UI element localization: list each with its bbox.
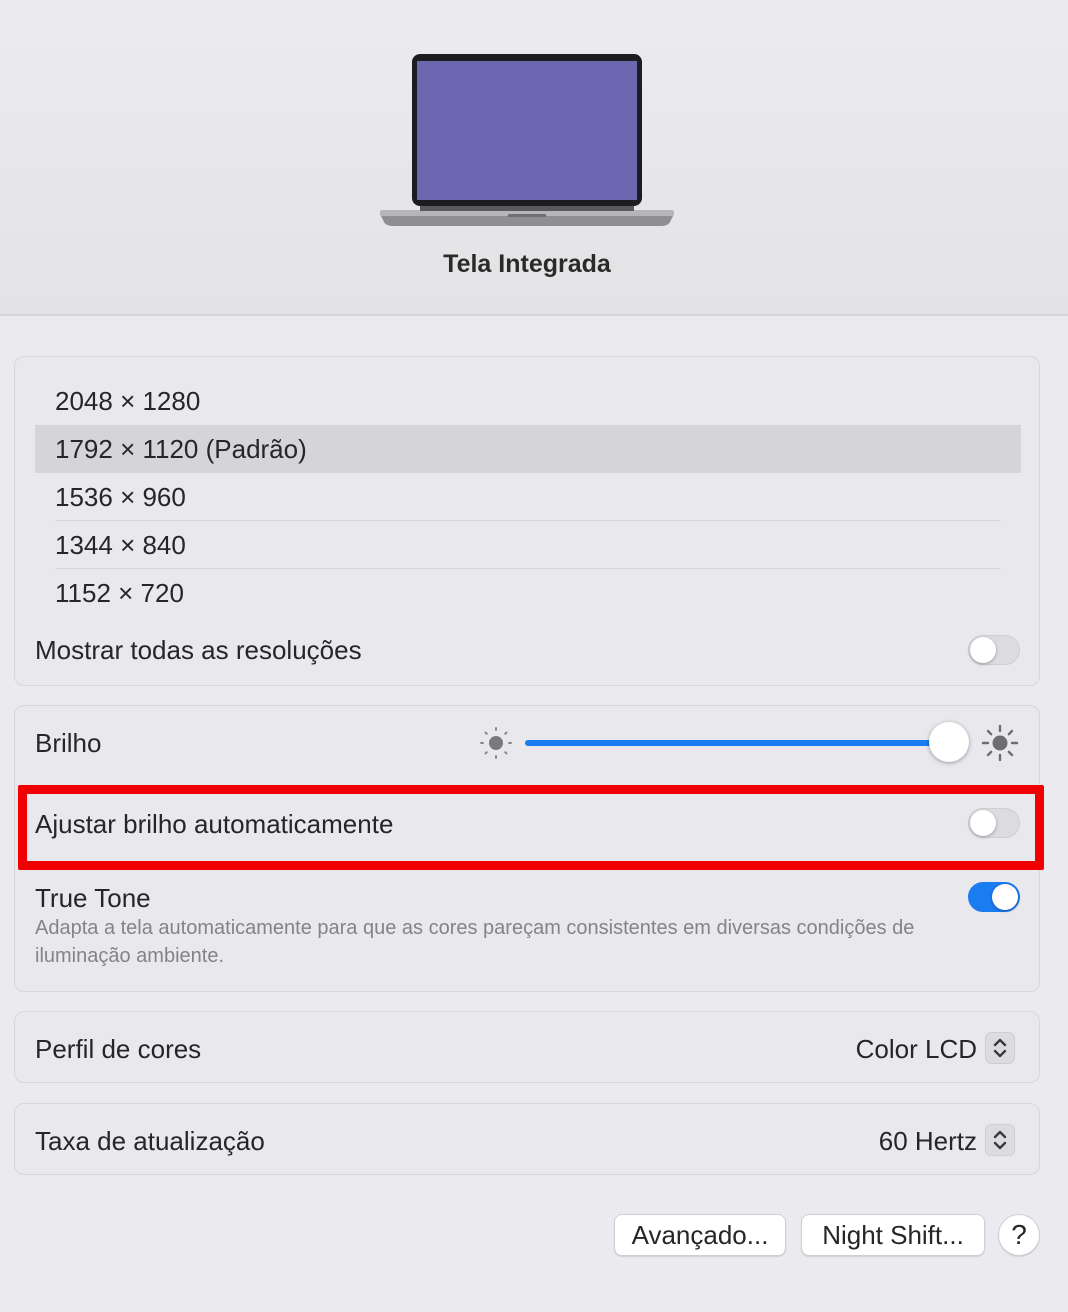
display-header: Tela Integrada bbox=[0, 0, 1068, 316]
display-title: Tela Integrada bbox=[443, 250, 611, 278]
sun-bright-icon bbox=[981, 724, 1019, 762]
true-tone-toggle[interactable] bbox=[968, 882, 1020, 912]
resolution-option[interactable]: 1152 × 720 bbox=[35, 569, 1021, 617]
toggle-knob bbox=[992, 884, 1018, 910]
show-all-resolutions-toggle[interactable] bbox=[968, 635, 1020, 665]
toggle-knob bbox=[970, 810, 996, 836]
refresh-rate-popup-button[interactable] bbox=[985, 1124, 1015, 1156]
resolution-panel: 2048 × 1280 1792 × 1120 (Padrão) 1536 × … bbox=[14, 356, 1040, 686]
resolution-option-selected[interactable]: 1792 × 1120 (Padrão) bbox=[35, 425, 1021, 473]
advanced-button[interactable]: Avançado... bbox=[614, 1214, 786, 1256]
macbook-icon bbox=[380, 54, 674, 226]
help-button[interactable]: ? bbox=[998, 1214, 1040, 1256]
show-all-resolutions-label: Mostrar todas as resoluções bbox=[35, 635, 362, 665]
true-tone-label: True Tone bbox=[35, 883, 151, 913]
toggle-knob bbox=[970, 637, 996, 663]
refresh-rate-value[interactable]: 60 Hertz bbox=[879, 1126, 977, 1157]
refresh-rate-label: Taxa de atualização bbox=[35, 1126, 265, 1156]
color-profile-popup-button[interactable] bbox=[985, 1032, 1015, 1064]
sun-dim-icon bbox=[480, 727, 512, 759]
resolution-option[interactable]: 2048 × 1280 bbox=[35, 377, 1021, 425]
true-tone-description: Adapta a tela automaticamente para que a… bbox=[35, 917, 915, 967]
color-profile-value[interactable]: Color LCD bbox=[856, 1034, 977, 1065]
refresh-rate-panel: Taxa de atualização 60 Hertz bbox=[14, 1103, 1040, 1175]
brightness-label: Brilho bbox=[35, 728, 102, 758]
auto-brightness-toggle[interactable] bbox=[968, 808, 1020, 838]
resolution-option[interactable]: 1344 × 840 bbox=[35, 521, 1021, 569]
brightness-slider-knob[interactable] bbox=[929, 722, 969, 762]
chevron-up-down-icon bbox=[993, 1130, 1007, 1150]
resolution-option[interactable]: 1536 × 960 bbox=[35, 473, 1021, 521]
color-profile-panel: Perfil de cores Color LCD bbox=[14, 1011, 1040, 1083]
brightness-panel: Brilho Ajustar brilho automaticamente Tr… bbox=[14, 705, 1040, 992]
brightness-slider-track[interactable] bbox=[525, 740, 939, 746]
chevron-up-down-icon bbox=[993, 1038, 1007, 1058]
auto-brightness-label: Ajustar brilho automaticamente bbox=[35, 809, 394, 839]
laptop-screen bbox=[417, 61, 637, 200]
color-profile-label: Perfil de cores bbox=[35, 1034, 202, 1064]
night-shift-button[interactable]: Night Shift... bbox=[801, 1214, 985, 1256]
